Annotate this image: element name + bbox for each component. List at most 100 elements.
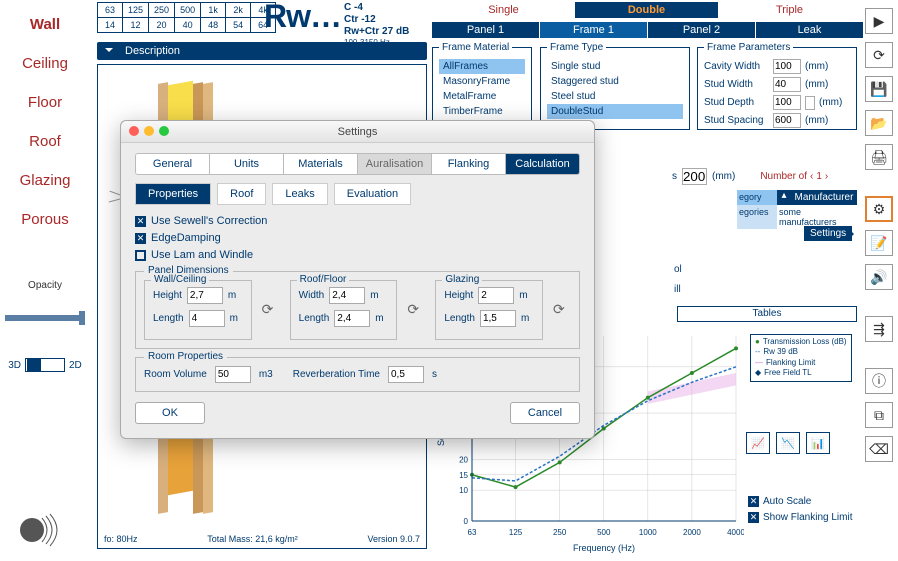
- chart-type-1-icon[interactable]: 📈: [746, 432, 770, 454]
- settings-modal: Settings GeneralUnitsMaterialsAuralisati…: [120, 120, 595, 439]
- svg-text:20: 20: [459, 455, 468, 464]
- opacity-label: Opacity: [28, 280, 62, 291]
- tab-single[interactable]: Single: [432, 2, 575, 18]
- numberof-label: Number of: [760, 171, 807, 182]
- frametype-item[interactable]: Steel stud: [547, 89, 683, 104]
- dim-input[interactable]: [329, 287, 365, 304]
- param-input[interactable]: [773, 59, 801, 74]
- frametype-item[interactable]: Staggered stud: [547, 74, 683, 89]
- modal-check[interactable]: ✕: [135, 233, 146, 244]
- frequency-table: 631252505001k2k4k14122040485464: [97, 2, 276, 33]
- minimize-icon[interactable]: [144, 126, 154, 136]
- info-icon[interactable]: ⓘ: [865, 368, 893, 394]
- param-input[interactable]: [773, 113, 801, 128]
- chart-type-2-icon[interactable]: 📉: [776, 432, 800, 454]
- label-3d: 3D: [8, 360, 21, 371]
- ok-button[interactable]: OK: [135, 402, 205, 424]
- param-sub-input[interactable]: [805, 96, 815, 110]
- dimension-toggle[interactable]: [25, 358, 65, 372]
- material-item[interactable]: MasonryFrame: [439, 74, 525, 89]
- category-header: egory: [737, 190, 777, 205]
- below-s-input[interactable]: [682, 168, 707, 185]
- tab-panel2[interactable]: Panel 2: [648, 22, 755, 38]
- dim-input[interactable]: [480, 310, 516, 327]
- material-item[interactable]: AllFrames: [439, 59, 525, 74]
- modal-tab[interactable]: Units: [210, 154, 284, 174]
- tab-panel1[interactable]: Panel 1: [432, 22, 539, 38]
- pager-prev[interactable]: ‹: [810, 171, 813, 182]
- dim-input[interactable]: [187, 287, 223, 304]
- modal-subtab[interactable]: Properties: [135, 183, 211, 205]
- dim-input[interactable]: [334, 310, 370, 327]
- print-icon[interactable]: 🖨: [865, 144, 893, 170]
- description-bar[interactable]: Description: [97, 42, 427, 60]
- modal-check[interactable]: ✕: [135, 216, 146, 227]
- svg-text:4000: 4000: [727, 528, 744, 537]
- flanking-check[interactable]: ✕: [748, 512, 759, 523]
- rw-details: C -4Ctr -12Rw+Ctr 27 dB100-3150 Hz: [344, 2, 409, 48]
- collapse-icon[interactable]: ▴: [777, 190, 791, 205]
- label-2d: 2D: [69, 360, 82, 371]
- modal-tab[interactable]: General: [136, 154, 210, 174]
- modal-check[interactable]: [135, 250, 146, 261]
- pager-next[interactable]: ›: [825, 171, 828, 182]
- pager-page: 1: [816, 171, 822, 182]
- modal-subtab[interactable]: Evaluation: [334, 183, 411, 205]
- filter-icon[interactable]: ⇶: [865, 316, 893, 342]
- material-item[interactable]: TimberFrame: [439, 104, 525, 119]
- save-icon[interactable]: 💾: [865, 76, 893, 102]
- tab-leak[interactable]: Leak: [756, 22, 863, 38]
- cancel-button[interactable]: Cancel: [510, 402, 580, 424]
- sidebar-item-floor[interactable]: Floor: [28, 94, 62, 111]
- modal-titlebar[interactable]: Settings: [121, 121, 594, 143]
- tab-frame1[interactable]: Frame 1: [540, 22, 647, 38]
- modal-tab[interactable]: Auralisation: [358, 154, 432, 174]
- refresh-icon[interactable]: ⟳: [865, 42, 893, 68]
- frame-type-group: Frame Type Single studStaggered studStee…: [540, 42, 690, 130]
- frame-params-group: Frame Parameters Cavity Width(mm)Stud Wi…: [697, 42, 857, 130]
- autoscale-check[interactable]: ✕: [748, 496, 759, 507]
- svg-text:125: 125: [509, 528, 523, 537]
- opacity-slider[interactable]: [5, 315, 85, 321]
- manufacturer-header[interactable]: Manufacturer: [791, 190, 857, 205]
- modal-tab[interactable]: Materials: [284, 154, 358, 174]
- open-icon[interactable]: 📂: [865, 110, 893, 136]
- tab-triple[interactable]: Triple: [718, 2, 861, 18]
- tables-button[interactable]: Tables: [677, 306, 857, 322]
- param-input[interactable]: [773, 95, 801, 110]
- modal-tab[interactable]: Calculation: [506, 154, 579, 174]
- sound-icon[interactable]: 🔊: [865, 264, 893, 290]
- frametype-item[interactable]: DoubleStud: [547, 104, 683, 119]
- tab-double[interactable]: Double: [575, 2, 718, 18]
- sidebar-item-ceiling[interactable]: Ceiling: [22, 55, 68, 72]
- param-input[interactable]: [773, 77, 801, 92]
- sidebar-item-porous[interactable]: Porous: [21, 211, 69, 228]
- delete-icon[interactable]: ⌫: [865, 436, 893, 462]
- modal-subtab[interactable]: Roof: [217, 183, 266, 205]
- sidebar-item-glazing[interactable]: Glazing: [20, 172, 71, 189]
- frametype-item[interactable]: Single stud: [547, 59, 683, 74]
- zoom-icon[interactable]: [159, 126, 169, 136]
- edit-icon[interactable]: 📝: [865, 230, 893, 256]
- settings-icon[interactable]: ⚙: [865, 196, 893, 222]
- fo-label: fo: 80Hz: [104, 534, 138, 544]
- sync-icon[interactable]: ⟳: [407, 301, 425, 319]
- categories-cell[interactable]: egories: [737, 205, 777, 229]
- room-volume-input[interactable]: [215, 366, 251, 383]
- sync-icon[interactable]: ⟳: [262, 301, 280, 319]
- dim-input[interactable]: [478, 287, 514, 304]
- play-icon[interactable]: ▶: [865, 8, 893, 34]
- svg-text:2000: 2000: [683, 528, 701, 537]
- reverb-time-input[interactable]: [388, 366, 424, 383]
- modal-subtab[interactable]: Leaks: [272, 183, 327, 205]
- modal-tab[interactable]: Flanking: [432, 154, 506, 174]
- material-item[interactable]: MetalFrame: [439, 89, 525, 104]
- chart-type-3-icon[interactable]: 📊: [806, 432, 830, 454]
- sidebar-item-roof[interactable]: Roof: [29, 133, 61, 150]
- close-icon[interactable]: [129, 126, 139, 136]
- copy-icon[interactable]: ⧉: [865, 402, 893, 428]
- sync-icon[interactable]: ⟳: [553, 301, 571, 319]
- sidebar-item-wall[interactable]: Wall: [30, 16, 60, 33]
- version-label: Version 9.0.7: [367, 534, 420, 544]
- dim-input[interactable]: [189, 310, 225, 327]
